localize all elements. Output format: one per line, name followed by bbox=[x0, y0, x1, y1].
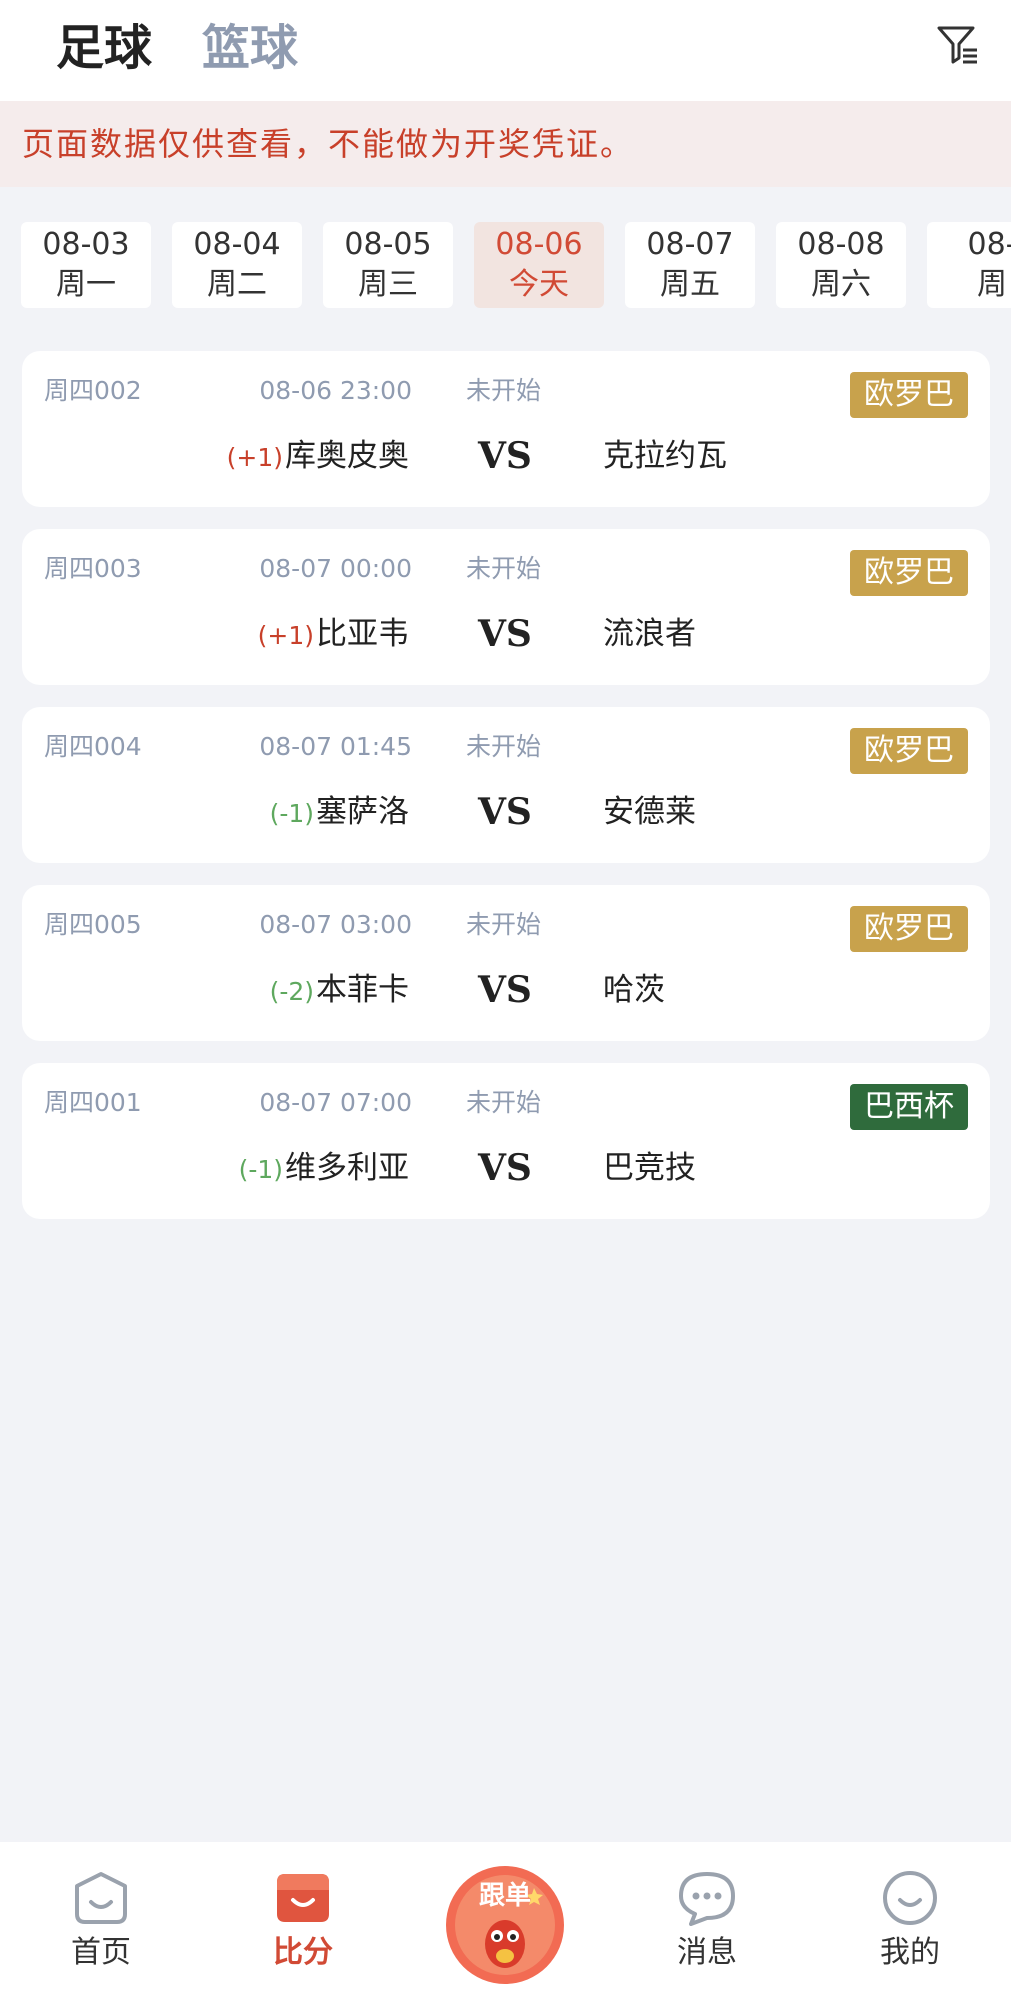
match-code: 周四002 bbox=[44, 376, 142, 405]
vs-label: VS bbox=[478, 435, 532, 477]
weekday-label: 周一 bbox=[56, 267, 116, 302]
league-badge: 欧罗巴 bbox=[850, 372, 968, 418]
weekday-label: 周二 bbox=[207, 267, 267, 302]
date-item-today[interactable]: 08-06 今天 bbox=[474, 222, 604, 308]
message-icon bbox=[679, 1872, 735, 1926]
filter-icon[interactable] bbox=[935, 22, 981, 68]
match-time: 08-06 23:00 bbox=[259, 376, 412, 405]
match-card[interactable]: 周四005 08-07 03:00 未开始 欧罗巴 (-2)本菲卡 VS 哈茨 bbox=[22, 885, 990, 1041]
weekday-label: 周六 bbox=[811, 267, 871, 302]
date-item[interactable]: 08-04 周二 bbox=[172, 222, 302, 308]
match-time: 08-07 03:00 bbox=[259, 910, 412, 939]
date-item[interactable]: 08-05 周三 bbox=[323, 222, 453, 308]
vs-label: VS bbox=[478, 1147, 532, 1189]
date-item[interactable]: 08- 周 bbox=[927, 222, 1011, 308]
nav-messages-label: 消息 bbox=[677, 1935, 737, 1970]
date-label: 08- bbox=[967, 227, 1011, 262]
notice-banner: 页面数据仅供查看，不能做为开奖凭证。 bbox=[0, 101, 1011, 187]
score-icon bbox=[277, 1874, 329, 1922]
home-team-name: 维多利亚 bbox=[285, 1150, 409, 1186]
vs-label: VS bbox=[478, 791, 532, 833]
match-time: 08-07 00:00 bbox=[259, 554, 412, 583]
follow-mascot-icon: 跟单 bbox=[446, 1866, 564, 1984]
away-team: 哈茨 bbox=[603, 972, 665, 1008]
handicap: (-1) bbox=[238, 1155, 283, 1184]
date-selector: 08-03 周一 08-04 周二 08-05 周三 08-06 今天 08-0… bbox=[0, 222, 1011, 308]
match-card[interactable]: 周四001 08-07 07:00 未开始 巴西杯 (-1)维多利亚 VS 巴竞… bbox=[22, 1063, 990, 1219]
follow-button[interactable]: 跟单 bbox=[444, 1864, 566, 1986]
top-bar: 足球 篮球 bbox=[0, 0, 1011, 101]
league-badge: 欧罗巴 bbox=[850, 906, 968, 952]
date-label: 08-06 bbox=[495, 227, 583, 262]
home-team: (-2)本菲卡 bbox=[270, 967, 409, 1015]
vs-label: VS bbox=[478, 613, 532, 655]
date-label: 08-05 bbox=[344, 227, 432, 262]
tab-football[interactable]: 足球 bbox=[56, 18, 152, 78]
profile-icon bbox=[883, 1871, 937, 1925]
nav-mine-label: 我的 bbox=[880, 1935, 940, 1970]
nav-home[interactable]: 首页 bbox=[41, 1870, 161, 1972]
date-label: 08-04 bbox=[193, 227, 281, 262]
date-item[interactable]: 08-03 周一 bbox=[21, 222, 151, 308]
league-badge: 欧罗巴 bbox=[850, 728, 968, 774]
home-team-name: 比亚韦 bbox=[316, 616, 409, 652]
away-team: 巴竞技 bbox=[603, 1150, 696, 1186]
away-team: 克拉约瓦 bbox=[603, 438, 727, 474]
away-team: 流浪者 bbox=[603, 616, 696, 652]
vs-label: VS bbox=[478, 969, 532, 1011]
match-code: 周四005 bbox=[44, 910, 142, 939]
match-time: 08-07 07:00 bbox=[259, 1088, 412, 1117]
weekday-label: 今天 bbox=[509, 267, 569, 302]
home-team-name: 本菲卡 bbox=[316, 972, 409, 1008]
match-status: 未开始 bbox=[466, 376, 542, 405]
weekday-label: 周五 bbox=[660, 267, 720, 302]
away-team: 安德莱 bbox=[603, 794, 696, 830]
home-team-name: 塞萨洛 bbox=[316, 794, 409, 830]
follow-label: 跟单 bbox=[479, 1881, 531, 1911]
match-status: 未开始 bbox=[466, 1088, 542, 1117]
handicap: (-2) bbox=[269, 977, 314, 1006]
match-card[interactable]: 周四003 08-07 00:00 未开始 欧罗巴 (+1)比亚韦 VS 流浪者 bbox=[22, 529, 990, 685]
handicap: (-1) bbox=[269, 799, 314, 828]
match-status: 未开始 bbox=[466, 910, 542, 939]
nav-mine[interactable]: 我的 bbox=[850, 1870, 970, 1972]
nav-home-label: 首页 bbox=[71, 1935, 131, 1970]
match-status: 未开始 bbox=[466, 554, 542, 583]
handicap: (+1) bbox=[226, 443, 283, 472]
tab-basketball[interactable]: 篮球 bbox=[202, 18, 298, 78]
date-label: 08-08 bbox=[797, 227, 885, 262]
match-time: 08-07 01:45 bbox=[259, 732, 412, 761]
match-code: 周四004 bbox=[44, 732, 142, 761]
match-code: 周四003 bbox=[44, 554, 142, 583]
weekday-label: 周 bbox=[977, 267, 1007, 302]
bottom-nav: 首页 比分 跟单 消息 我的 bbox=[0, 1842, 1011, 2000]
home-team: (-1)塞萨洛 bbox=[270, 789, 409, 837]
date-label: 08-07 bbox=[646, 227, 734, 262]
home-team: (-1)维多利亚 bbox=[239, 1145, 409, 1193]
home-team: (+1)比亚韦 bbox=[258, 611, 409, 659]
home-icon bbox=[75, 1872, 127, 1924]
weekday-label: 周三 bbox=[358, 267, 418, 302]
match-card[interactable]: 周四004 08-07 01:45 未开始 欧罗巴 (-1)塞萨洛 VS 安德莱 bbox=[22, 707, 990, 863]
nav-score[interactable]: 比分 bbox=[243, 1870, 363, 1972]
date-label: 08-03 bbox=[42, 227, 130, 262]
match-card[interactable]: 周四002 08-06 23:00 未开始 欧罗巴 (+1)库奥皮奥 VS 克拉… bbox=[22, 351, 990, 507]
date-item[interactable]: 08-08 周六 bbox=[776, 222, 906, 308]
match-code: 周四001 bbox=[44, 1088, 142, 1117]
handicap: (+1) bbox=[257, 621, 314, 650]
home-team: (+1)库奥皮奥 bbox=[227, 433, 409, 481]
league-badge: 欧罗巴 bbox=[850, 550, 968, 596]
home-team-name: 库奥皮奥 bbox=[285, 438, 409, 474]
match-status: 未开始 bbox=[466, 732, 542, 761]
league-badge: 巴西杯 bbox=[850, 1084, 968, 1130]
nav-messages[interactable]: 消息 bbox=[647, 1870, 767, 1972]
nav-score-label: 比分 bbox=[273, 1935, 333, 1970]
date-item[interactable]: 08-07 周五 bbox=[625, 222, 755, 308]
